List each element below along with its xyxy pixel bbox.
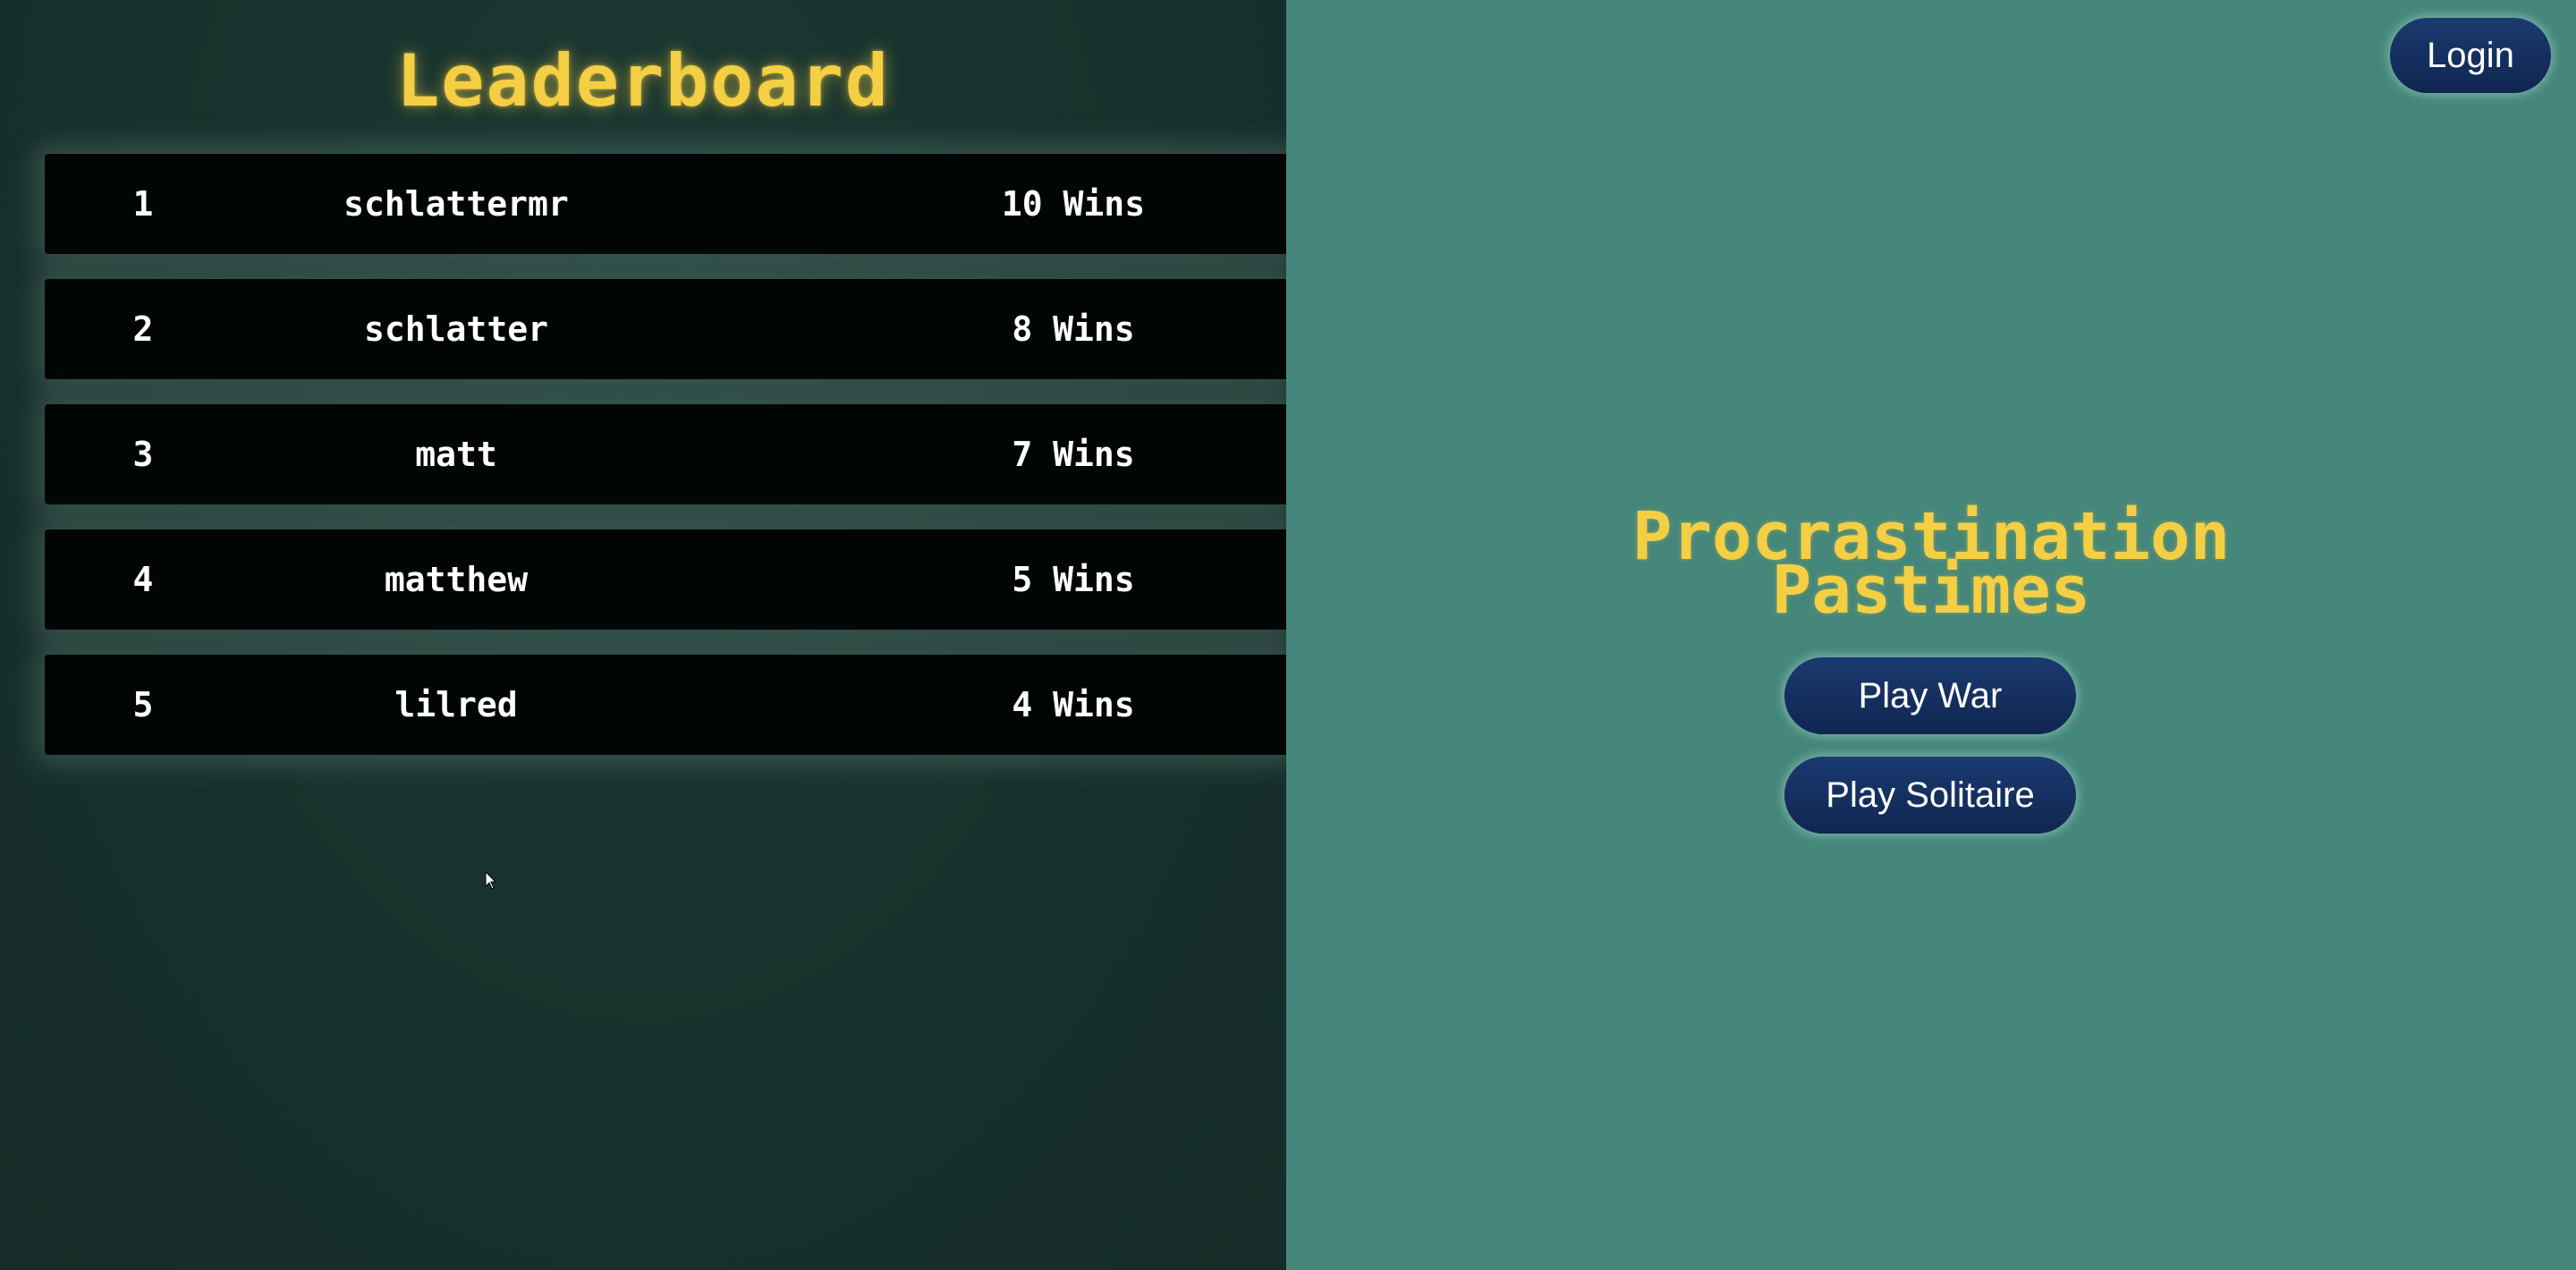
leaderboard-wins: 7 Wins xyxy=(1012,435,1135,474)
play-war-button[interactable]: Play War xyxy=(1784,657,2076,734)
leaderboard-player-name: matthew xyxy=(384,560,529,599)
leaderboard-row: 1 schlattermr 10 Wins xyxy=(45,154,1286,254)
leaderboard-rank: 1 xyxy=(132,184,154,224)
app-title-line-2: Pastimes xyxy=(1771,552,2091,629)
play-solitaire-button[interactable]: Play Solitaire xyxy=(1784,757,2076,834)
leaderboard-player-name: schlattermr xyxy=(343,184,569,224)
page: Leaderboard 1 schlattermr 10 Wins 2 schl… xyxy=(0,0,2576,1270)
main-panel xyxy=(1286,0,2576,1270)
mouse-pointer-icon xyxy=(485,871,497,890)
leaderboard-rank: 5 xyxy=(132,685,154,724)
leaderboard-wins: 8 Wins xyxy=(1012,309,1135,349)
leaderboard-row: 3 matt 7 Wins xyxy=(45,404,1286,504)
leaderboard-row: 4 matthew 5 Wins xyxy=(45,529,1286,630)
leaderboard-rank: 4 xyxy=(132,560,154,599)
leaderboard-wins: 4 Wins xyxy=(1012,685,1135,724)
leaderboard-row: 5 lilred 4 Wins xyxy=(45,655,1286,755)
leaderboard-list: 1 schlattermr 10 Wins 2 schlatter 8 Wins… xyxy=(45,154,1286,780)
app-title: Procrastination Pastimes xyxy=(1286,504,2576,629)
leaderboard-player-name: schlatter xyxy=(364,309,548,349)
leaderboard-player-name: lilred xyxy=(394,685,518,724)
leaderboard-player-name: matt xyxy=(415,435,497,474)
leaderboard-wins: 5 Wins xyxy=(1012,560,1135,599)
leaderboard-title: Leaderboard xyxy=(396,39,890,123)
leaderboard-rank: 2 xyxy=(132,309,154,349)
leaderboard-rank: 3 xyxy=(132,435,154,474)
leaderboard-panel: Leaderboard 1 schlattermr 10 Wins 2 schl… xyxy=(0,0,1286,1270)
leaderboard-wins: 10 Wins xyxy=(1001,184,1146,224)
login-button[interactable]: Login xyxy=(2390,18,2551,93)
leaderboard-row: 2 schlatter 8 Wins xyxy=(45,279,1286,379)
